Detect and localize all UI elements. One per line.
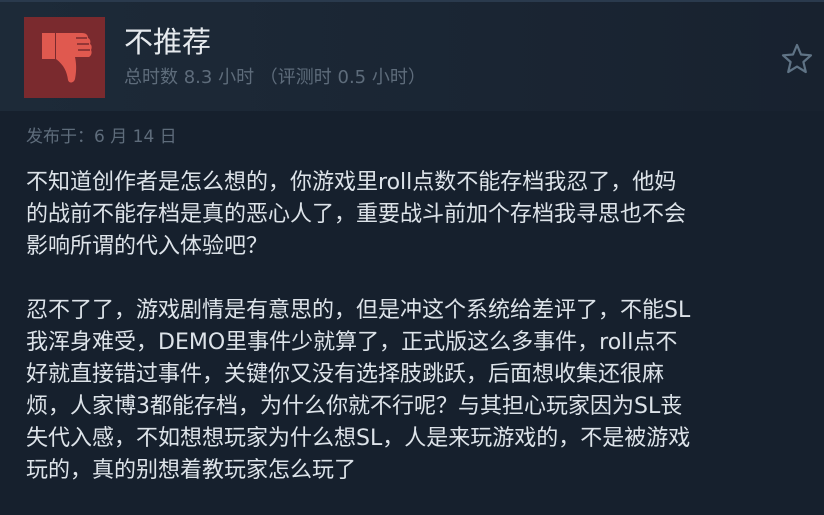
posted-date: 发布于：6 月 14 日 (26, 127, 177, 147)
verdict-thumb (24, 17, 105, 98)
review-body: 不知道创作者是怎么想的，你游戏里roll点数不能存档我忍了，他妈 的战前不能存档… (26, 167, 816, 487)
thumbs-down-icon (41, 32, 92, 83)
favorite-button[interactable] (780, 42, 814, 76)
playtime-summary: 总时数 8.3 小时 （评测时 0.5 小时） (124, 67, 426, 88)
review-paragraph: 不知道创作者是怎么想的，你游戏里roll点数不能存档我忍了，他妈 的战前不能存档… (26, 170, 687, 259)
review-paragraph: 忍不了了，游戏剧情是有意思的，但是冲这个系统给差评了，不能SL 我浑身难受，DE… (26, 298, 691, 483)
review-header: 不推荐 总时数 8.3 小时 （评测时 0.5 小时） (0, 0, 824, 111)
recommendation-title: 不推荐 (124, 25, 212, 59)
star-icon (781, 43, 813, 74)
review-card: 不推荐 总时数 8.3 小时 （评测时 0.5 小时） 发布于：6 月 14 日… (0, 0, 824, 515)
